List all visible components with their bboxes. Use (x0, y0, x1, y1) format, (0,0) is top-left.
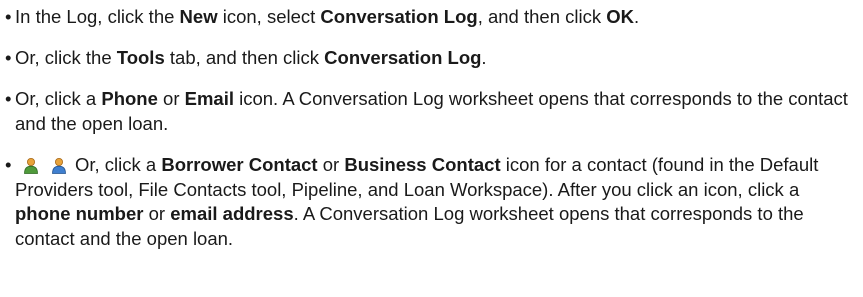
business-contact-icon[interactable] (51, 157, 67, 174)
text-segment: icon, select (217, 6, 321, 27)
text-segment: or (157, 88, 185, 109)
bullet: • (5, 6, 12, 27)
list-item-phone-email: • Or, click a Phone or Email icon. A Con… (0, 87, 855, 136)
bold-conversation-log: Conversation Log (324, 47, 482, 68)
bold-new: New (179, 6, 218, 27)
text-segment: or (317, 154, 345, 175)
bold-email-address: email address (170, 203, 294, 224)
list-item-contact-icons: • Or, click a Borrower Contact or Busine… (0, 153, 855, 251)
list-item-text: Or, click a Borrower Contact or Business… (15, 153, 855, 251)
text-segment: In the Log, click the (15, 6, 180, 27)
list-item-text: Or, click a Phone or Email icon. A Conve… (15, 87, 855, 136)
borrower-contact-icon[interactable] (23, 157, 39, 174)
text-segment: or (143, 203, 171, 224)
text-segment: Or, click the (15, 47, 117, 68)
bullet: • (5, 154, 12, 175)
list-item-text: In the Log, click the New icon, select C… (15, 5, 855, 30)
bold-phone-number: phone number (15, 203, 144, 224)
text-segment: . (481, 47, 487, 68)
list-item-text: Or, click the Tools tab, and then click … (15, 46, 855, 71)
text-segment: . (633, 6, 640, 27)
text-segment: Or, click a (75, 154, 162, 175)
bold-tools: Tools (116, 47, 165, 68)
bold-conversation-log: Conversation Log (320, 6, 478, 27)
list-item-new-icon: • In the Log, click the New icon, select… (0, 5, 855, 30)
text-segment: tab, and then click (164, 47, 325, 68)
bold-borrower-contact: Borrower Contact (161, 154, 318, 175)
bold-business-contact: Business Contact (344, 154, 501, 175)
bullet: • (5, 47, 12, 68)
text-segment: , and then click (477, 6, 607, 27)
help-document: • In the Log, click the New icon, select… (0, 0, 863, 297)
bold-phone: Phone (101, 88, 158, 109)
list-item-tools-tab: • Or, click the Tools tab, and then clic… (0, 46, 855, 71)
bullet: • (5, 88, 12, 109)
bold-email: Email (184, 88, 234, 109)
text-segment: Or, click a (15, 88, 102, 109)
bold-ok: OK (606, 6, 634, 27)
